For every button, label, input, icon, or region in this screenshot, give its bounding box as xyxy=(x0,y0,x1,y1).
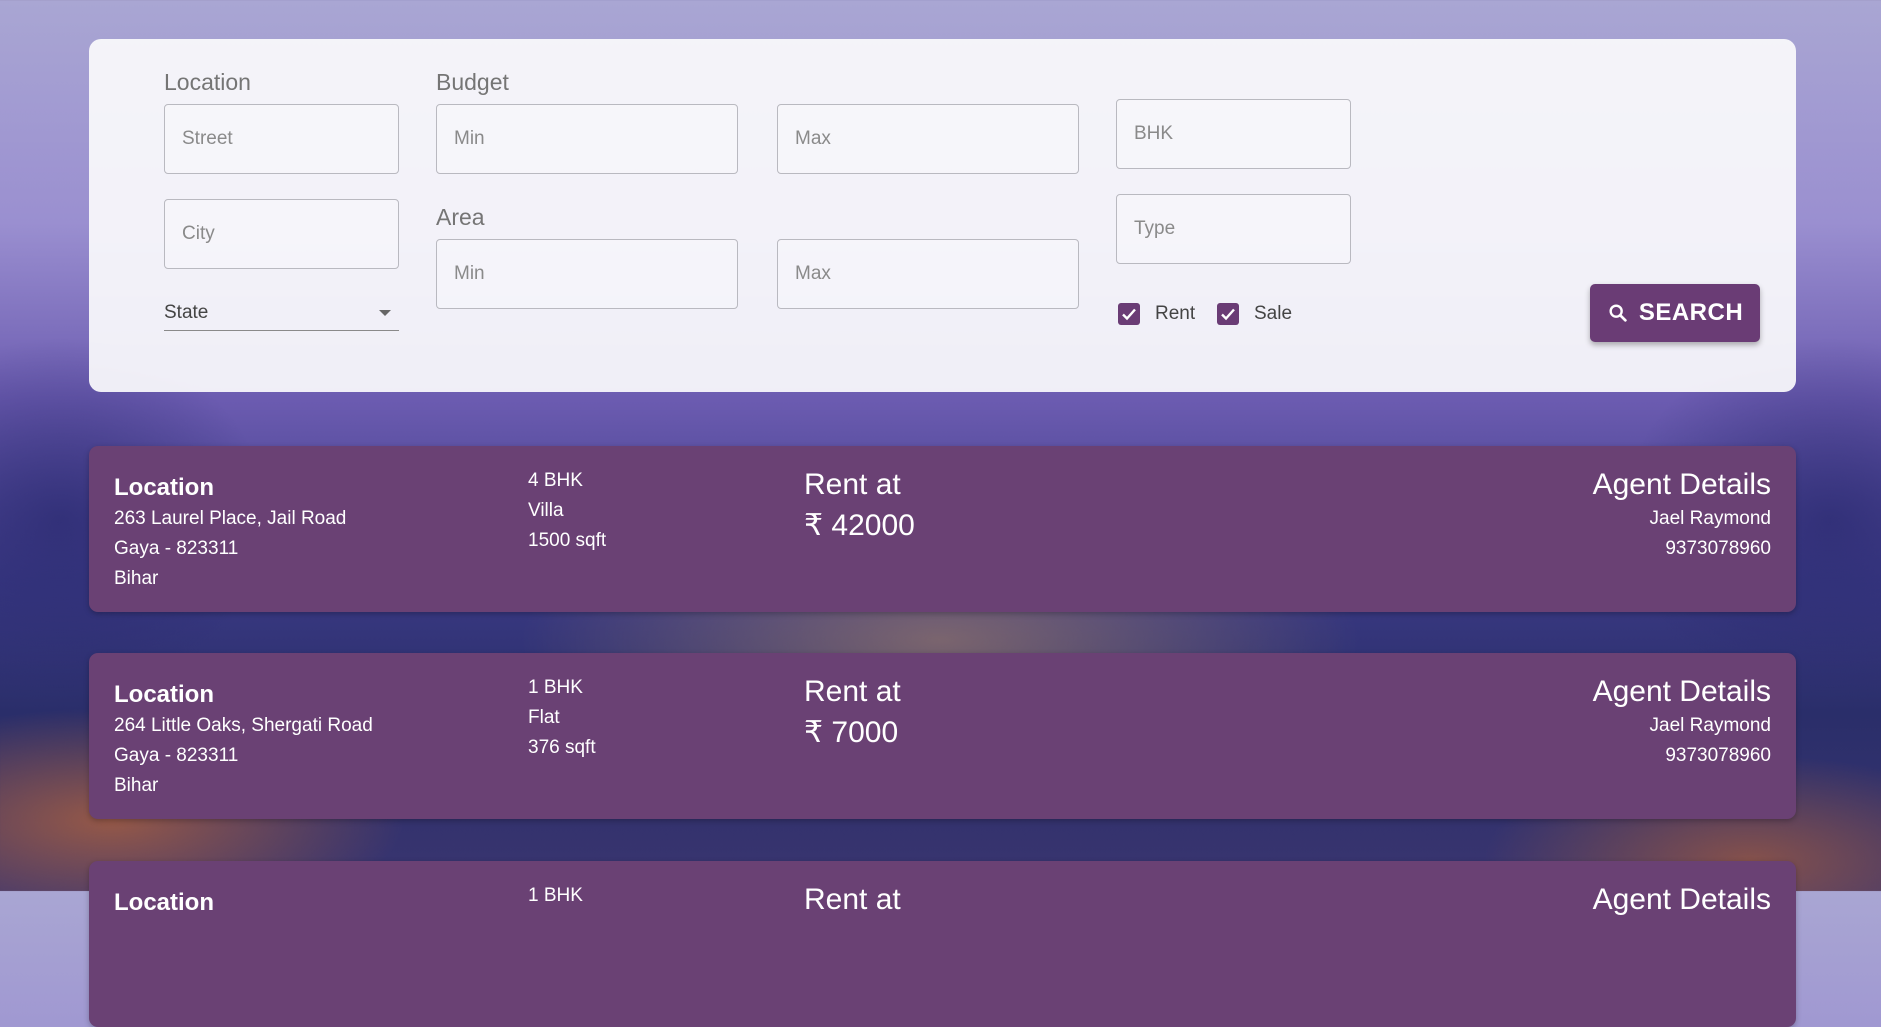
search-button[interactable]: SEARCH xyxy=(1590,284,1760,342)
listing-bhk: 1 BHK xyxy=(528,885,583,906)
agent-name: Jael Raymond xyxy=(1649,715,1771,736)
state-select[interactable]: State xyxy=(164,295,399,331)
listing-bhk: 1 BHK xyxy=(528,677,583,698)
sale-checkbox[interactable]: Sale xyxy=(1217,303,1292,325)
bhk-input[interactable]: BHK xyxy=(1116,99,1351,169)
listing-area: 1500 sqft xyxy=(528,530,607,551)
agent-phone: 9373078960 xyxy=(1665,745,1771,766)
search-button-label: SEARCH xyxy=(1638,299,1744,326)
listing-price: ₹ 7000 xyxy=(804,716,899,749)
area-min-input[interactable]: Min xyxy=(436,239,738,309)
listing-location-title: Location xyxy=(114,889,214,916)
search-icon xyxy=(1609,304,1627,322)
state-select-label: State xyxy=(164,301,209,323)
checkmark-icon xyxy=(1118,303,1140,325)
location-label: Location xyxy=(164,69,251,95)
agent-details-title: Agent Details xyxy=(1592,468,1771,501)
street-input[interactable]: Street xyxy=(164,104,399,174)
listing-type: Flat xyxy=(528,707,560,728)
listing-price-label: Rent at xyxy=(804,468,901,501)
listing-state: Bihar xyxy=(114,568,159,589)
listing-card[interactable]: Location 264 Little Oaks, Shergati Road … xyxy=(89,653,1796,819)
budget-label: Budget xyxy=(436,69,509,95)
listing-city-pin: Gaya - 823311 xyxy=(114,538,239,559)
listing-card[interactable]: Location 1 BHK Rent at Agent Details xyxy=(89,861,1796,1027)
listing-price: ₹ 42000 xyxy=(804,509,915,542)
agent-details-title: Agent Details xyxy=(1592,883,1771,916)
city-input[interactable]: City xyxy=(164,199,399,269)
listing-area: 376 sqft xyxy=(528,737,596,758)
listing-price-label: Rent at xyxy=(804,675,901,708)
rent-checkbox-label: Rent xyxy=(1155,303,1196,324)
listing-bhk: 4 BHK xyxy=(528,470,583,491)
listing-city-pin: Gaya - 823311 xyxy=(114,745,239,766)
agent-name: Jael Raymond xyxy=(1649,508,1771,529)
checkmark-icon xyxy=(1217,303,1239,325)
listing-address: 264 Little Oaks, Shergati Road xyxy=(114,715,373,736)
rent-checkbox[interactable]: Rent xyxy=(1118,303,1195,325)
sale-checkbox-label: Sale xyxy=(1254,303,1293,324)
listing-location-title: Location xyxy=(114,474,214,501)
listing-location-title: Location xyxy=(114,681,214,708)
listing-state: Bihar xyxy=(114,775,159,796)
budget-max-input[interactable]: Max xyxy=(777,104,1079,174)
listing-type: Villa xyxy=(528,500,564,521)
dropdown-arrow-icon xyxy=(379,309,391,316)
listing-address: 263 Laurel Place, Jail Road xyxy=(114,508,347,529)
budget-min-input[interactable]: Min xyxy=(436,104,738,174)
search-filter-panel: Location Street City State Budget Min Ma… xyxy=(89,39,1796,392)
listing-card[interactable]: Location 263 Laurel Place, Jail Road Gay… xyxy=(89,446,1796,612)
agent-phone: 9373078960 xyxy=(1665,538,1771,559)
agent-details-title: Agent Details xyxy=(1592,675,1771,708)
listing-price-label: Rent at xyxy=(804,883,901,916)
type-input[interactable]: Type xyxy=(1116,194,1351,264)
area-label: Area xyxy=(436,204,485,230)
area-max-input[interactable]: Max xyxy=(777,239,1079,309)
